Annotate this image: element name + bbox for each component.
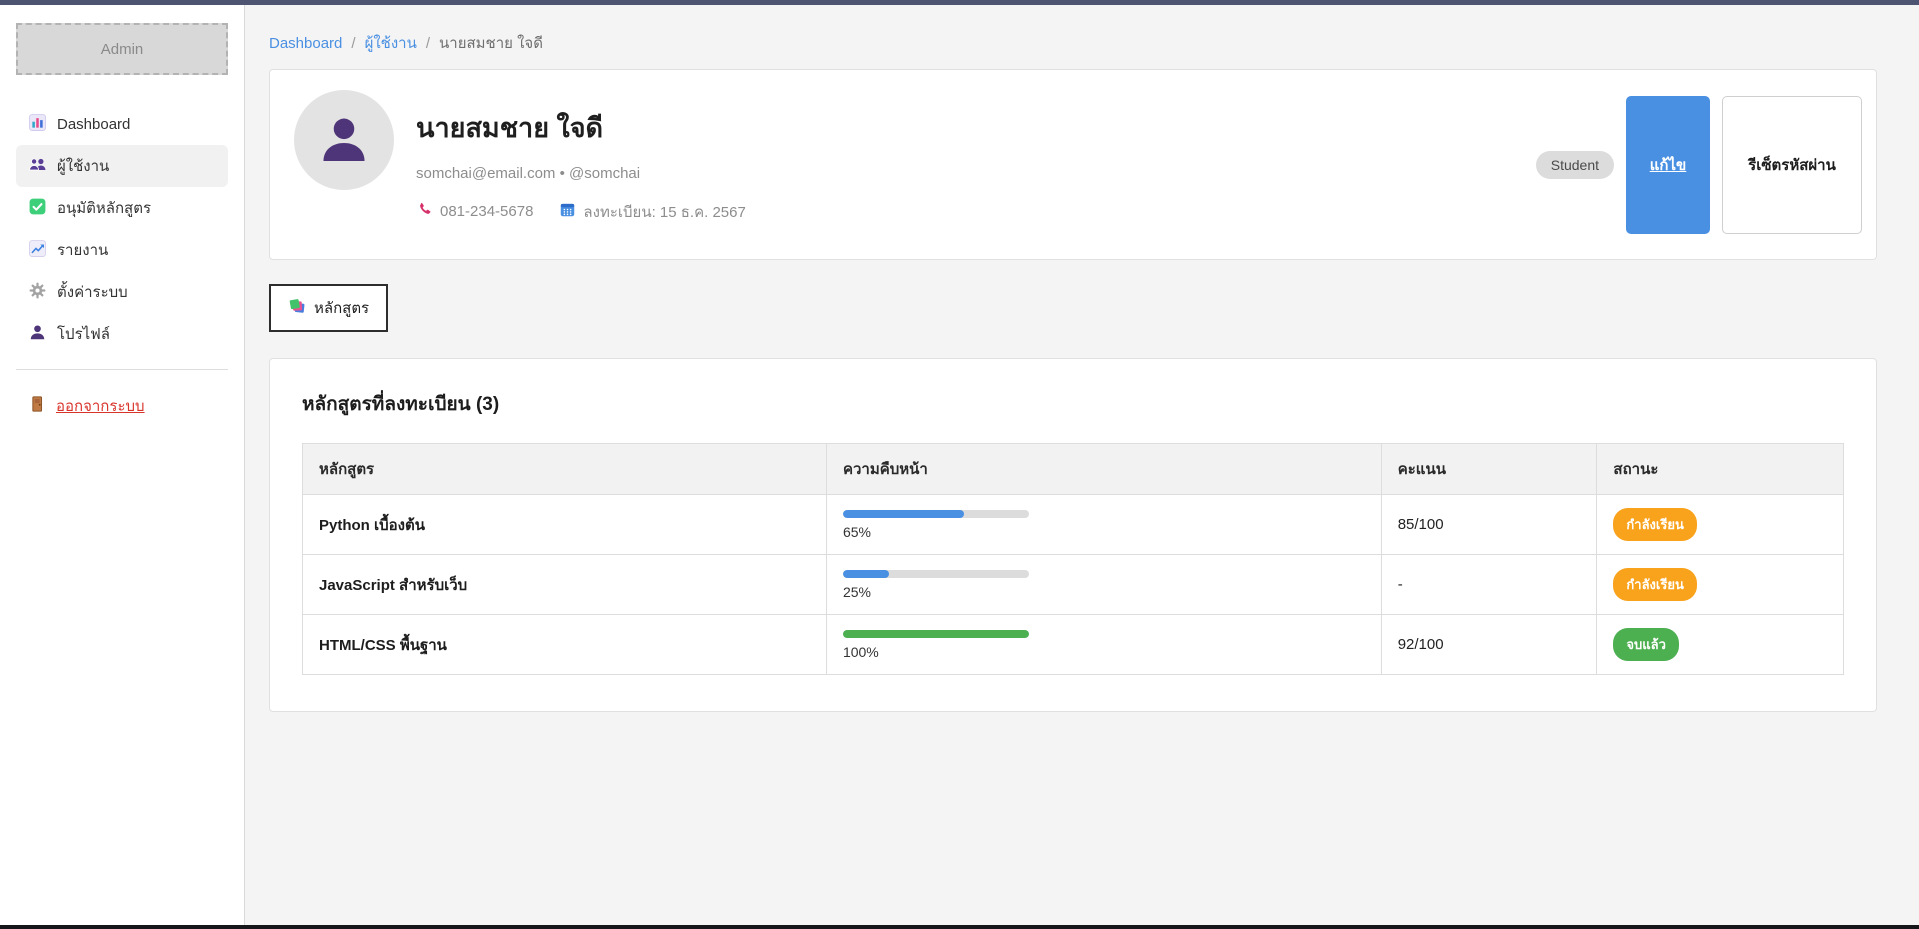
- status-badge: กำลังเรียน: [1613, 508, 1696, 541]
- phone-meta: 081-234-5678: [416, 201, 533, 222]
- sidebar-nav: Dashboard ผู้ใช้งาน อนุมัติหลักสูตร รายง…: [16, 103, 228, 355]
- phone-icon: [416, 201, 433, 222]
- course-name: JavaScript สำหรับเว็บ: [303, 555, 827, 615]
- admin-logo-placeholder: Admin: [16, 23, 228, 75]
- progress-bar: [843, 570, 1029, 578]
- score-value: 92/100: [1381, 615, 1597, 675]
- sidebar-item-users[interactable]: ผู้ใช้งาน: [16, 145, 228, 187]
- header-score: คะแนน: [1381, 444, 1597, 495]
- role-badge: Student: [1536, 151, 1614, 179]
- edit-button[interactable]: แก้ไข: [1626, 96, 1710, 234]
- admin-logo-label: Admin: [101, 41, 144, 58]
- sidebar-item-label: อนุมัติหลักสูตร: [57, 196, 151, 220]
- gear-icon: [28, 281, 47, 304]
- progress-bar: [843, 630, 1029, 638]
- profile-info: นายสมชาย ใจดี somchai@email.com • @somch…: [416, 106, 746, 224]
- profile-meta: 081-234-5678 ลงทะเบียน: 15 ธ.ค. 2567: [416, 200, 746, 224]
- progress-cell: 100%: [826, 615, 1381, 675]
- sidebar-item-settings[interactable]: ตั้งค่าระบบ: [16, 271, 228, 313]
- breadcrumb: Dashboard / ผู้ใช้งาน / นายสมชาย ใจดี: [269, 31, 1877, 55]
- breadcrumb-separator: /: [351, 35, 355, 52]
- breadcrumb-dashboard-link[interactable]: Dashboard: [269, 35, 342, 52]
- breadcrumb-users-link[interactable]: ผู้ใช้งาน: [365, 31, 417, 55]
- sidebar-item-label: โปรไฟล์: [57, 322, 110, 346]
- sidebar-item-label: ผู้ใช้งาน: [57, 154, 109, 178]
- course-name: Python เบื้องต้น: [303, 495, 827, 555]
- door-icon: [28, 395, 46, 417]
- sidebar-item-reports[interactable]: รายงาน: [16, 229, 228, 271]
- sidebar-item-label: ตั้งค่าระบบ: [57, 280, 128, 304]
- sidebar-item-label: Dashboard: [57, 116, 130, 133]
- window-bottom-edge: [0, 925, 1919, 929]
- header-progress: ความคืบหน้า: [826, 444, 1381, 495]
- score-value: -: [1381, 555, 1597, 615]
- progress-cell: 65%: [826, 495, 1381, 555]
- table-row: JavaScript สำหรับเว็บ 25% - กำลังเรียน: [303, 555, 1844, 615]
- progress-bar: [843, 510, 1029, 518]
- progress-label: 25%: [843, 584, 1365, 600]
- courses-table: หลักสูตร ความคืบหน้า คะแนน สถานะ Python …: [302, 443, 1844, 675]
- table-row: HTML/CSS พื้นฐาน 100% 92/100 จบแล้ว: [303, 615, 1844, 675]
- logout-link[interactable]: ออกจากระบบ: [16, 386, 157, 426]
- avatar: [294, 90, 394, 190]
- reset-password-button[interactable]: รีเซ็ตรหัสผ่าน: [1722, 96, 1862, 234]
- users-icon: [28, 155, 47, 178]
- sidebar-item-profile[interactable]: โปรไฟล์: [16, 313, 228, 355]
- main-content: Dashboard / ผู้ใช้งาน / นายสมชาย ใจดี นา…: [245, 5, 1919, 925]
- books-icon: [288, 297, 306, 319]
- registered-date: ลงทะเบียน: 15 ธ.ค. 2567: [583, 200, 745, 224]
- sidebar-item-approve-courses[interactable]: อนุมัติหลักสูตร: [16, 187, 228, 229]
- tab-courses-label: หลักสูตร: [314, 296, 369, 320]
- status-cell: กำลังเรียน: [1597, 555, 1844, 615]
- table-row: Python เบื้องต้น 65% 85/100 กำลังเรียน: [303, 495, 1844, 555]
- sidebar: Admin Dashboard ผู้ใช้งาน อนุมัติหลักสูต…: [0, 5, 245, 925]
- tab-courses[interactable]: หลักสูตร: [269, 284, 388, 332]
- status-cell: จบแล้ว: [1597, 615, 1844, 675]
- sidebar-item-dashboard[interactable]: Dashboard: [16, 103, 228, 145]
- phone-number: 081-234-5678: [440, 203, 533, 220]
- progress-label: 100%: [843, 644, 1365, 660]
- status-badge: จบแล้ว: [1613, 628, 1679, 661]
- profile-email: somchai@email.com • @somchai: [416, 165, 746, 182]
- table-header-row: หลักสูตร ความคืบหน้า คะแนน สถานะ: [303, 444, 1844, 495]
- registered-meta: ลงทะเบียน: 15 ธ.ค. 2567: [559, 200, 745, 224]
- profile-actions: Student แก้ไข รีเซ็ตรหัสผ่าน: [1536, 96, 1862, 234]
- profile-name: นายสมชาย ใจดี: [416, 106, 746, 149]
- course-name: HTML/CSS พื้นฐาน: [303, 615, 827, 675]
- breadcrumb-current-page: นายสมชาย ใจดี: [439, 31, 543, 55]
- breadcrumb-separator: /: [426, 35, 430, 52]
- courses-card: หลักสูตรที่ลงทะเบียน (3) หลักสูตร ความคื…: [269, 358, 1877, 712]
- check-icon: [28, 197, 47, 220]
- chart-up-icon: [28, 239, 47, 262]
- sidebar-item-label: รายงาน: [57, 238, 108, 262]
- courses-title: หลักสูตรที่ลงทะเบียน (3): [302, 389, 1844, 419]
- profile-card: นายสมชาย ใจดี somchai@email.com • @somch…: [269, 69, 1877, 260]
- person-silhouette-icon: [316, 112, 372, 168]
- header-course: หลักสูตร: [303, 444, 827, 495]
- score-value: 85/100: [1381, 495, 1597, 555]
- progress-cell: 25%: [826, 555, 1381, 615]
- calendar-icon: [559, 201, 576, 222]
- logout-label: ออกจากระบบ: [56, 394, 145, 418]
- progress-label: 65%: [843, 524, 1365, 540]
- status-cell: กำลังเรียน: [1597, 495, 1844, 555]
- tab-bar: หลักสูตร: [269, 284, 1877, 332]
- person-icon: [28, 323, 47, 346]
- status-badge: กำลังเรียน: [1613, 568, 1696, 601]
- header-status: สถานะ: [1597, 444, 1844, 495]
- sidebar-divider: [16, 369, 228, 370]
- bar-chart-icon: [28, 113, 47, 136]
